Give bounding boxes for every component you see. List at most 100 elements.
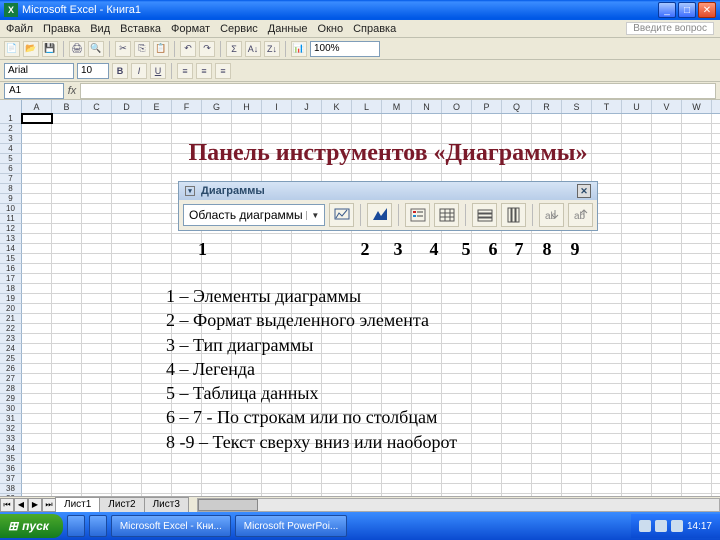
row-header[interactable]: 23 (0, 334, 22, 344)
menu-insert[interactable]: Вставка (120, 23, 161, 35)
print-button[interactable]: 🖨 (69, 41, 85, 57)
col-header[interactable]: F (172, 100, 202, 113)
col-header[interactable]: M (382, 100, 412, 113)
system-tray[interactable]: 14:17 (631, 514, 720, 538)
font-size-box[interactable]: 10 (77, 63, 109, 79)
taskbar-button[interactable] (67, 515, 85, 537)
row-header[interactable]: 3 (0, 134, 22, 144)
row-header[interactable]: 12 (0, 224, 22, 234)
undo-button[interactable]: ↶ (180, 41, 196, 57)
col-header[interactable]: E (142, 100, 172, 113)
col-header[interactable]: W (682, 100, 712, 113)
close-button[interactable]: ✕ (698, 2, 716, 18)
row-header[interactable]: 32 (0, 424, 22, 434)
menu-tools[interactable]: Сервис (220, 23, 258, 35)
taskbar-button[interactable]: Microsoft PowerPoi... (235, 515, 347, 537)
sort-asc-button[interactable]: A↓ (245, 41, 261, 57)
format-element-button[interactable] (329, 203, 354, 227)
row-header[interactable]: 11 (0, 214, 22, 224)
row-header[interactable]: 6 (0, 164, 22, 174)
col-header[interactable]: L (352, 100, 382, 113)
text-down-button[interactable]: ab (539, 203, 564, 227)
col-header[interactable]: S (562, 100, 592, 113)
taskbar-button[interactable]: Microsoft Excel - Кни... (111, 515, 231, 537)
row-header[interactable]: 8 (0, 184, 22, 194)
chart-type-button[interactable] (367, 203, 392, 227)
zoom-box[interactable]: 100% (310, 41, 380, 57)
row-header[interactable]: 5 (0, 154, 22, 164)
menu-data[interactable]: Данные (268, 23, 308, 35)
col-header[interactable]: I (262, 100, 292, 113)
row-header[interactable]: 22 (0, 324, 22, 334)
by-columns-button[interactable] (501, 203, 526, 227)
text-up-button[interactable]: ab (568, 203, 593, 227)
fx-icon[interactable]: fx (64, 85, 80, 97)
row-header[interactable]: 16 (0, 264, 22, 274)
chart-elements-dropdown[interactable]: Область диаграммы ▼ (183, 204, 325, 226)
col-header[interactable]: T (592, 100, 622, 113)
row-header[interactable]: 29 (0, 394, 22, 404)
toolbar-options-icon[interactable]: ▾ (185, 186, 195, 196)
paste-button[interactable]: 📋 (153, 41, 169, 57)
sort-desc-button[interactable]: Z↓ (264, 41, 280, 57)
start-button[interactable]: ⊞ пуск (0, 514, 63, 538)
menu-help[interactable]: Справка (353, 23, 396, 35)
sheet-tab[interactable]: Лист2 (99, 497, 144, 512)
align-center-button[interactable]: ≡ (196, 63, 212, 79)
row-header[interactable]: 2 (0, 124, 22, 134)
tray-icon[interactable] (671, 520, 683, 532)
row-header[interactable]: 21 (0, 314, 22, 324)
formula-input[interactable] (80, 83, 716, 99)
row-header[interactable]: 31 (0, 414, 22, 424)
row-header[interactable]: 10 (0, 204, 22, 214)
row-header[interactable]: 35 (0, 454, 22, 464)
col-header[interactable]: P (472, 100, 502, 113)
horizontal-scrollbar[interactable] (197, 498, 720, 512)
row-header[interactable]: 15 (0, 254, 22, 264)
sum-button[interactable]: Σ (226, 41, 242, 57)
col-header[interactable]: H (232, 100, 262, 113)
minimize-button[interactable]: _ (658, 2, 676, 18)
tab-nav-next[interactable]: ▶ (28, 498, 42, 512)
col-header[interactable]: A (22, 100, 52, 113)
cut-button[interactable]: ✂ (115, 41, 131, 57)
select-all-corner[interactable] (0, 100, 22, 114)
menu-view[interactable]: Вид (90, 23, 110, 35)
row-header[interactable]: 28 (0, 384, 22, 394)
name-box[interactable]: A1 (4, 83, 64, 99)
bold-button[interactable]: B (112, 63, 128, 79)
menu-window[interactable]: Окно (318, 23, 344, 35)
taskbar-button[interactable] (89, 515, 107, 537)
row-header[interactable]: 9 (0, 194, 22, 204)
preview-button[interactable]: 🔍 (88, 41, 104, 57)
row-header[interactable]: 24 (0, 344, 22, 354)
sheet-tab[interactable]: Лист3 (144, 497, 189, 512)
col-header[interactable]: U (622, 100, 652, 113)
col-header[interactable]: G (202, 100, 232, 113)
copy-button[interactable]: ⎘ (134, 41, 150, 57)
maximize-button[interactable]: □ (678, 2, 696, 18)
row-header[interactable]: 7 (0, 174, 22, 184)
col-header[interactable]: R (532, 100, 562, 113)
col-header[interactable]: J (292, 100, 322, 113)
tab-nav-prev[interactable]: ◀ (14, 498, 28, 512)
col-header[interactable]: O (442, 100, 472, 113)
col-header[interactable]: K (322, 100, 352, 113)
help-search[interactable]: Введите вопрос (626, 22, 714, 35)
menu-format[interactable]: Формат (171, 23, 210, 35)
data-table-button[interactable] (434, 203, 459, 227)
legend-button[interactable] (405, 203, 430, 227)
row-header[interactable]: 18 (0, 284, 22, 294)
row-header[interactable]: 4 (0, 144, 22, 154)
by-rows-button[interactable] (472, 203, 497, 227)
tray-icon[interactable] (655, 520, 667, 532)
tab-nav-last[interactable]: ⏭ (42, 498, 56, 512)
underline-button[interactable]: U (150, 63, 166, 79)
align-right-button[interactable]: ≡ (215, 63, 231, 79)
row-header[interactable]: 25 (0, 354, 22, 364)
open-button[interactable]: 📂 (23, 41, 39, 57)
row-header[interactable]: 27 (0, 374, 22, 384)
col-header[interactable]: V (652, 100, 682, 113)
chart-toolbar-titlebar[interactable]: ▾ Диаграммы ✕ (179, 182, 597, 200)
tab-nav-first[interactable]: ⏮ (0, 498, 14, 512)
